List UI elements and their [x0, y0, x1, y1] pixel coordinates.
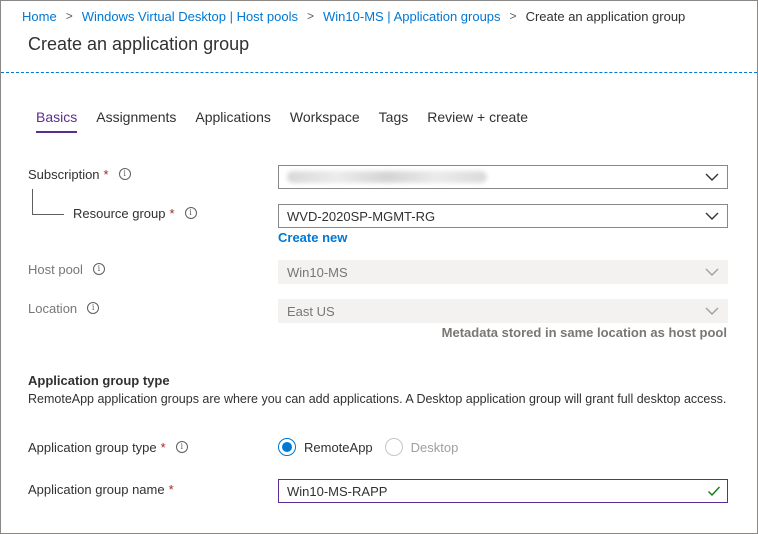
- tab-tags[interactable]: Tags: [379, 109, 409, 131]
- subscription-label: Subscription * i: [28, 165, 131, 183]
- tab-review-create[interactable]: Review + create: [427, 109, 528, 131]
- info-icon[interactable]: i: [184, 207, 197, 219]
- section-title: Application group type: [28, 373, 170, 388]
- chevron-down-icon: [705, 173, 719, 181]
- required-marker: *: [160, 439, 166, 455]
- required-marker: *: [103, 166, 109, 182]
- location-hint: Metadata stored in same location as host…: [441, 325, 727, 340]
- tab-bar: Basics Assignments Applications Workspac…: [36, 109, 547, 133]
- breadcrumb-home[interactable]: Home: [22, 9, 57, 24]
- resource-group-label: Resource group * i: [73, 204, 197, 222]
- chevron-down-icon: [705, 212, 719, 220]
- info-icon[interactable]: i: [92, 263, 105, 275]
- checkmark-icon: [708, 486, 721, 497]
- tab-basics[interactable]: Basics: [36, 109, 78, 133]
- breadcrumb-application-groups[interactable]: Win10-MS | Application groups: [323, 9, 501, 24]
- title-divider: [1, 72, 757, 73]
- tab-workspace[interactable]: Workspace: [290, 109, 360, 131]
- group-name-input[interactable]: [278, 479, 728, 503]
- chevron-down-icon: [705, 307, 719, 315]
- chevron-down-icon: [705, 268, 719, 276]
- info-icon[interactable]: i: [87, 302, 100, 314]
- location-label: Location i: [28, 299, 100, 317]
- info-icon[interactable]: i: [175, 441, 188, 453]
- group-name-label: Application group name *: [28, 481, 174, 497]
- group-type-radio-group: RemoteApp Desktop: [278, 437, 470, 457]
- radio-unselected-icon: [384, 438, 403, 456]
- breadcrumb-separator-icon: >: [509, 9, 517, 23]
- page-title: Create an application group: [28, 34, 250, 54]
- breadcrumb-separator-icon: >: [307, 9, 315, 23]
- required-marker: *: [169, 205, 175, 221]
- breadcrumb-separator-icon: >: [65, 9, 73, 23]
- subscription-dropdown[interactable]: [278, 165, 728, 189]
- radio-selected-icon: [278, 438, 296, 456]
- tree-connector: [32, 189, 64, 215]
- tab-assignments[interactable]: Assignments: [96, 109, 176, 131]
- info-icon[interactable]: i: [118, 168, 131, 180]
- host-pool-label: Host pool i: [28, 260, 105, 278]
- breadcrumb: Home > Windows Virtual Desktop | Host po…: [22, 7, 685, 25]
- host-pool-dropdown: Win10-MS: [278, 260, 728, 284]
- location-dropdown: East US: [278, 299, 728, 323]
- subscription-value-redacted: [287, 171, 487, 183]
- tab-applications[interactable]: Applications: [195, 109, 271, 131]
- section-description: RemoteApp application groups are where y…: [28, 392, 727, 406]
- required-marker: *: [168, 481, 174, 497]
- breadcrumb-host-pools[interactable]: Windows Virtual Desktop | Host pools: [82, 9, 298, 24]
- resource-group-dropdown[interactable]: WVD-2020SP-MGMT-RG: [278, 204, 728, 228]
- radio-remoteapp[interactable]: RemoteApp: [278, 438, 373, 456]
- breadcrumb-current: Create an application group: [525, 8, 686, 24]
- group-type-label: Application group type * i: [28, 438, 188, 456]
- radio-desktop: Desktop: [384, 438, 458, 456]
- create-new-link[interactable]: Create new: [278, 230, 347, 245]
